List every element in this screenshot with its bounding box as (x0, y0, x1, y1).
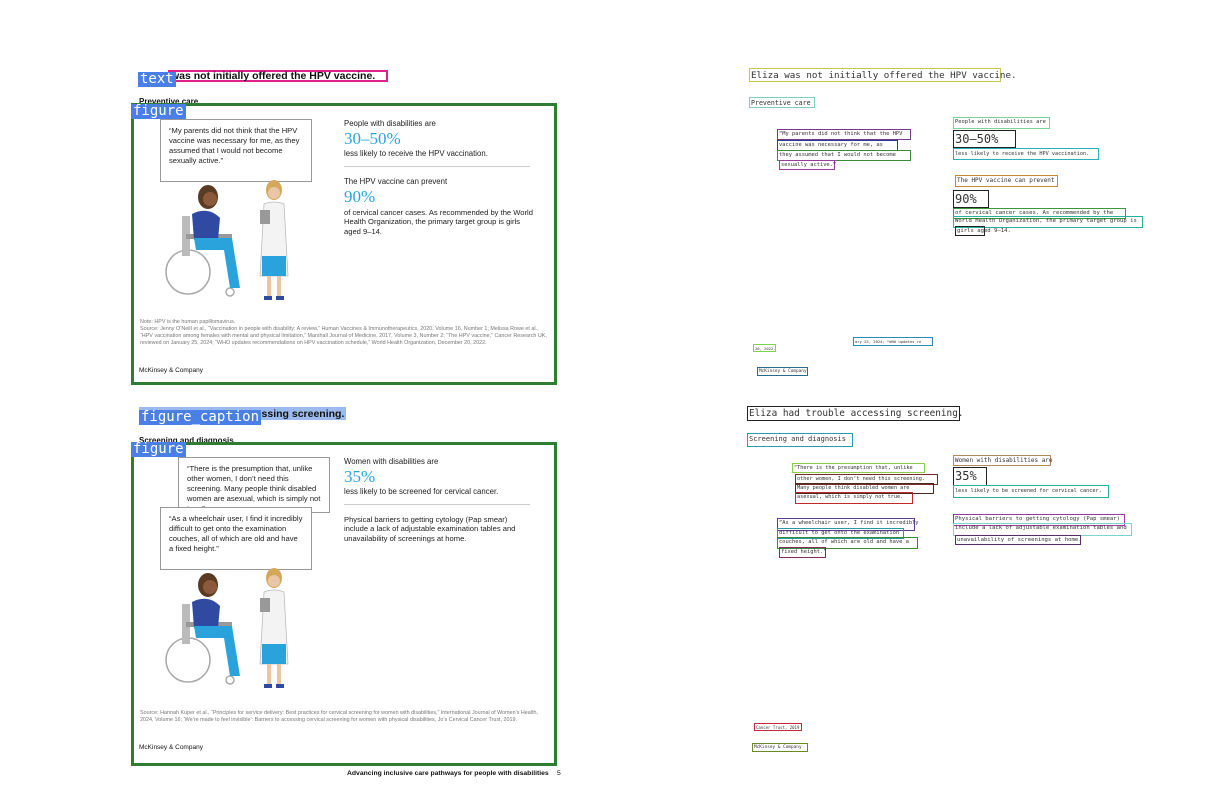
s2-stat2-text: Physical barriers to getting cytology (P… (344, 515, 516, 543)
r-s2-title: Eliza had trouble accessing screening. (747, 406, 964, 421)
section1-heading: was not initially offered the HPV vaccin… (171, 70, 376, 82)
r-s2-sub: Screening and diagnosis (747, 433, 853, 447)
s1-brand: McKinsey & Company (139, 367, 203, 374)
r-s1-title: Eliza was not initially offered the HPV … (749, 68, 1017, 82)
s1-stat1-text: less likely to receive the HPV vaccinati… (344, 149, 488, 158)
r-s1-st1-value: 30–50% (953, 130, 1016, 148)
s1-stat2-value: 90% (344, 187, 376, 206)
page-footer: Advancing inclusive care pathways for pe… (347, 770, 549, 777)
s1-source: Source: Jenny O’Neill et al., “Vaccinati… (140, 326, 547, 346)
r-s2-q1a: “There is the presumption that, unlike (792, 463, 925, 473)
r-s2-st1-label: Women with disabilities are (953, 455, 1053, 466)
s2-stat1-text: less likely to be screened for cervical … (344, 487, 499, 496)
r-s1-st1-label: People with disabilities are (953, 117, 1050, 129)
page-number: 5 (557, 770, 561, 777)
r-s1-brand: McKinsey & Company (757, 367, 808, 376)
r-s1-src2: 20, 2022. (753, 344, 776, 352)
s2-stat1-value: 35% (344, 467, 376, 486)
r-s2-st1-value: 35% (953, 467, 987, 486)
s1-stat2-label: The HPV vaccine can prevent (344, 177, 448, 186)
s1-stat-divider (344, 166, 530, 167)
s1-stat1-value: 30–50% (344, 129, 401, 148)
r-s1-q1: “My parents did not think that the HPV (777, 129, 911, 140)
r-s1-st1-text: less likely to receive the HPV vaccinati… (953, 148, 1099, 160)
patient-doctor-illustration-2 (165, 568, 289, 688)
figure-caption-label: figure_caption (139, 409, 262, 425)
r-s2-q1d: asexual, which is simply not true. (795, 492, 913, 504)
s2-stat1-label: Women with disabilities are (344, 457, 439, 466)
r-s1-st2-label: The HPV vaccine can prevent (955, 175, 1058, 187)
r-s1-st2-t3: girls aged 9–14. (955, 226, 1011, 236)
patient-doctor-illustration (165, 180, 289, 300)
text-label: text (138, 71, 176, 87)
r-s1-q4: sexually active.” (779, 160, 837, 170)
section2-quote1: “There is the presumption that, unlike o… (178, 457, 330, 513)
r-s2-src: Cancer Trust, 2019 (754, 723, 802, 731)
s1-stat2-text: of cervical cancer cases. As recommended… (344, 208, 533, 236)
r-s1-sub: Preventive care (749, 97, 815, 108)
r-s2-st1-text: less likely to be screened for cervical … (953, 485, 1109, 498)
r-s2-q2d: fixed height.” (779, 547, 826, 558)
s1-stat1-label: People with disabilities are (344, 119, 436, 128)
s2-stat-divider (344, 504, 530, 505)
section2-quote2: “As a wheelchair user, I find it incredi… (160, 507, 312, 570)
s2-source: Source: Hannah Kuper et al., “Principles… (140, 710, 538, 723)
figure2-label: figure (131, 441, 186, 457)
r-s1-src1: ary 25, 2024; “WHO updates re (853, 337, 933, 346)
s1-note: Note: HPV is the human papillomavirus. (140, 319, 236, 325)
figure1-label: figure (131, 103, 186, 119)
section1-quote: “My parents did not think that the HPV v… (160, 119, 312, 182)
r-s2-st2-t3: unavailability of screenings at home. (955, 535, 1082, 545)
r-s1-st2-value: 90% (953, 190, 989, 208)
r-s2-brand: McKinsey & Company (752, 743, 808, 752)
s2-brand: McKinsey & Company (139, 744, 203, 751)
